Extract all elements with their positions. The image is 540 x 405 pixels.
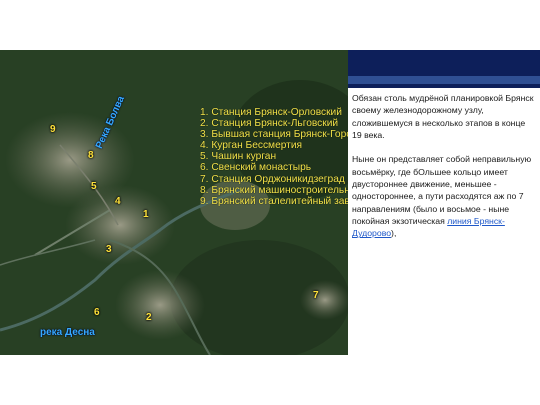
- marker-6: 6: [94, 307, 100, 318]
- top-margin: [0, 0, 540, 50]
- marker-3: 3: [106, 244, 112, 255]
- legend-list: 1. Станция Брянск-Орловский 2. Станция Б…: [200, 107, 348, 207]
- panel-text: Обязан столь мудрёной планировкой Брянск…: [352, 92, 536, 252]
- legend-item: 3. Бывшая станция Брянск-Город: [200, 129, 348, 141]
- marker-7: 7: [313, 290, 319, 301]
- paragraph-1: Обязан столь мудрёной планировкой Брянск…: [352, 93, 534, 140]
- marker-5: 5: [91, 181, 97, 192]
- legend-item: 9. Брянский сталелитейный завод: [200, 195, 348, 207]
- legend-item: 7. Станция Орджоникидзеград: [200, 173, 345, 185]
- marker-9: 9: [50, 124, 56, 135]
- satellite-map: 1. Станция Брянск-Орловский 2. Станция Б…: [0, 50, 348, 355]
- panel-header-stripe: [348, 76, 540, 84]
- paragraph-2: Ныне он представляет собой неправильную …: [352, 153, 536, 239]
- river-desna-label: река Десна: [40, 327, 95, 338]
- marker-8: 8: [88, 150, 94, 161]
- legend-item: 1. Станция Брянск-Орловский: [200, 107, 342, 118]
- panel-header-bar: [348, 50, 540, 88]
- legend-item: 4. Курган Бессмертия: [200, 140, 303, 152]
- paragraph-2-end: ),: [391, 228, 397, 239]
- marker-1: 1: [143, 209, 149, 220]
- legend-item: 5. Чашин курган: [200, 151, 277, 163]
- marker-2: 2: [146, 312, 152, 323]
- marker-4: 4: [115, 196, 121, 207]
- legend-item: 2. Станция Брянск-Льговский: [200, 118, 339, 130]
- legend-item: 6. Свенский монастырь: [200, 162, 312, 174]
- bottom-margin: [0, 355, 540, 405]
- legend-item: 8. Брянский машиностроительный завод: [200, 184, 348, 196]
- description-panel: Обязан столь мудрёной планировкой Брянск…: [348, 50, 540, 355]
